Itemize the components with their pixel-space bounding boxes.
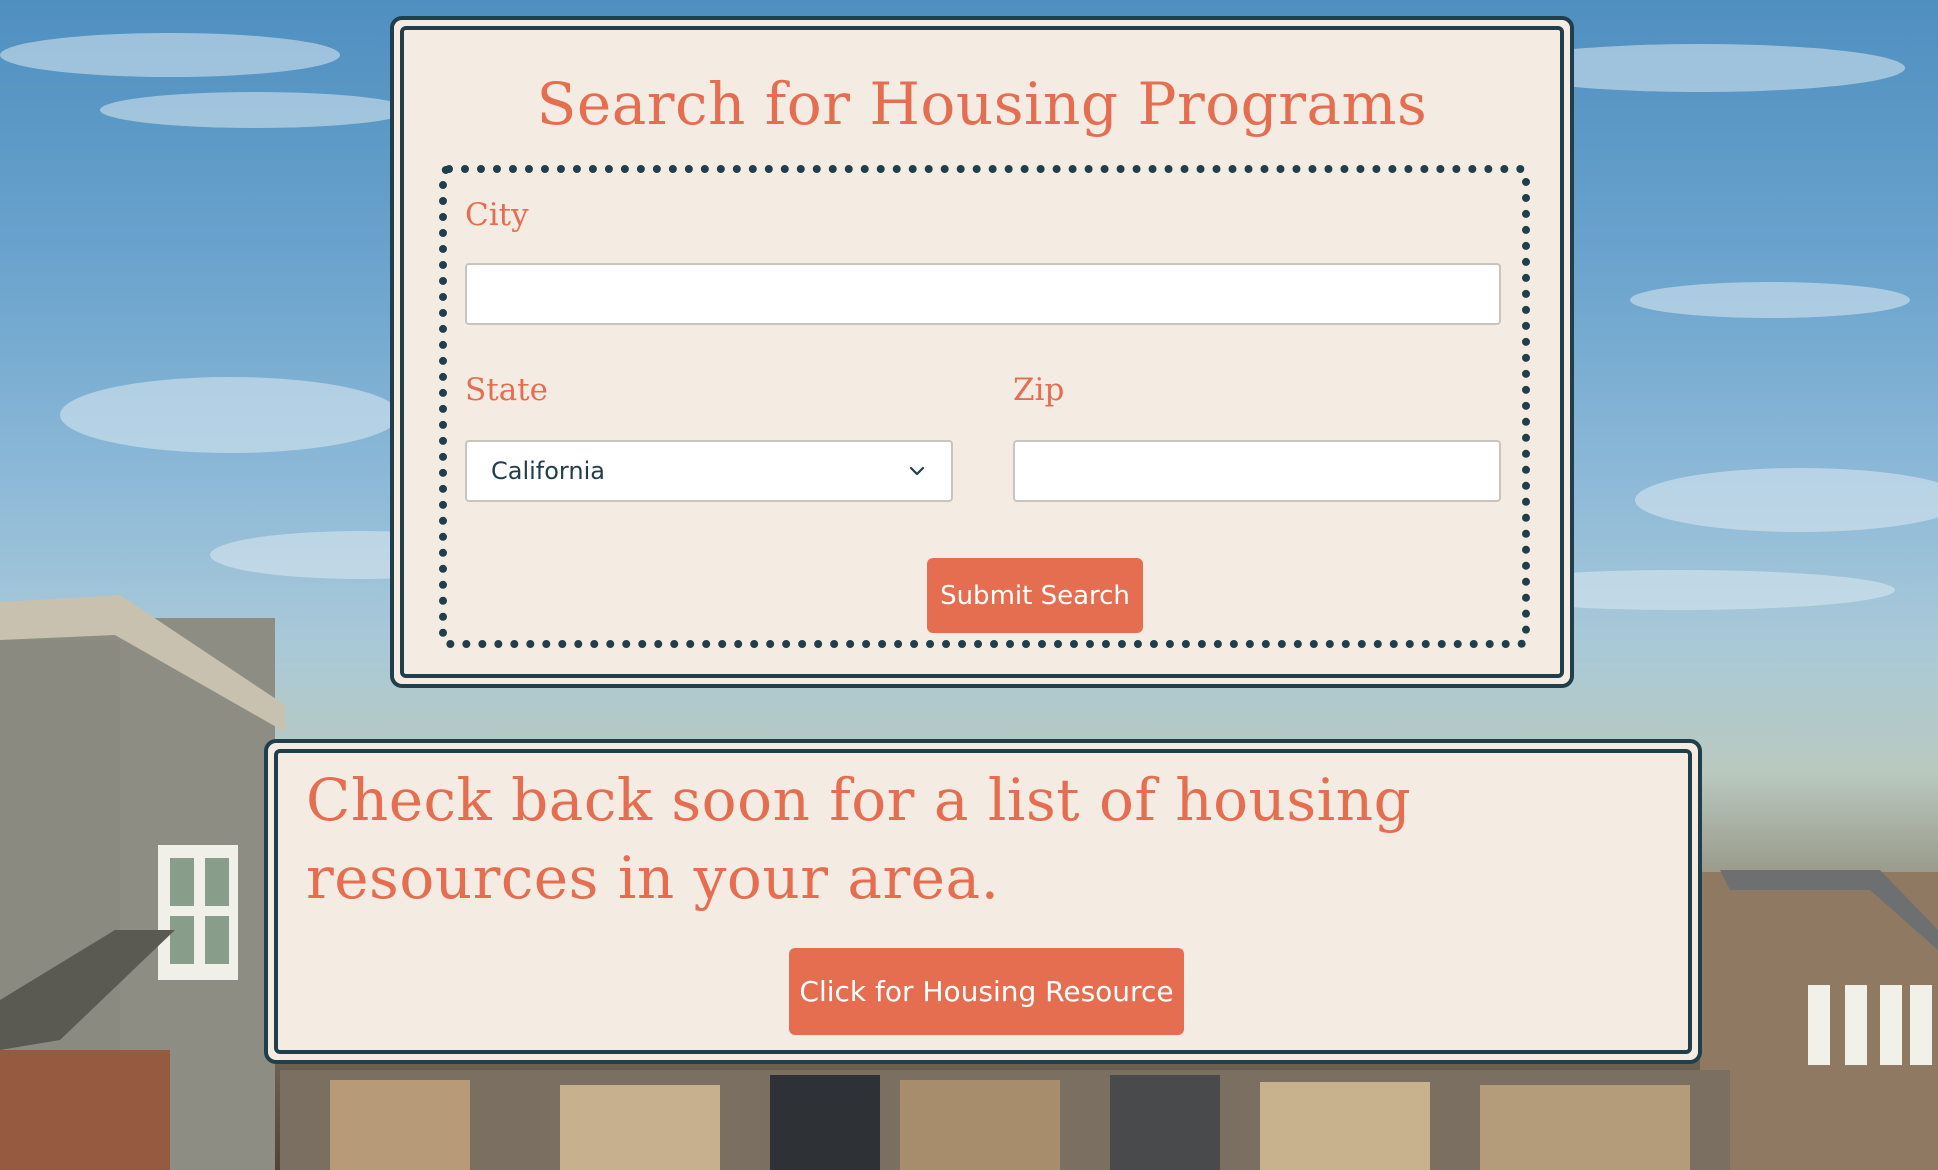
housing-resource-button[interactable]: Click for Housing Resource bbox=[789, 948, 1184, 1035]
resource-panel: Check back soon for a list of housing re… bbox=[264, 739, 1702, 1064]
state-label: State bbox=[465, 372, 548, 408]
resource-message: Check back soon for a list of housing re… bbox=[306, 766, 1412, 912]
submit-search-button[interactable]: Submit Search bbox=[927, 558, 1143, 633]
chevron-down-icon bbox=[909, 466, 925, 476]
city-label: City bbox=[465, 197, 529, 233]
state-selected-value: California bbox=[491, 457, 605, 485]
search-form: City State California Zip Submit Search bbox=[439, 165, 1530, 648]
search-panel: Search for Housing Programs City State C… bbox=[390, 16, 1574, 688]
city-input[interactable] bbox=[465, 263, 1501, 325]
search-title: Search for Housing Programs bbox=[536, 70, 1428, 138]
right-houses bbox=[1700, 870, 1938, 1170]
zip-label: Zip bbox=[1013, 372, 1065, 408]
state-select[interactable]: California bbox=[465, 440, 953, 502]
street-houses bbox=[280, 1070, 1730, 1170]
zip-input[interactable] bbox=[1013, 440, 1501, 502]
left-house bbox=[0, 595, 285, 1170]
